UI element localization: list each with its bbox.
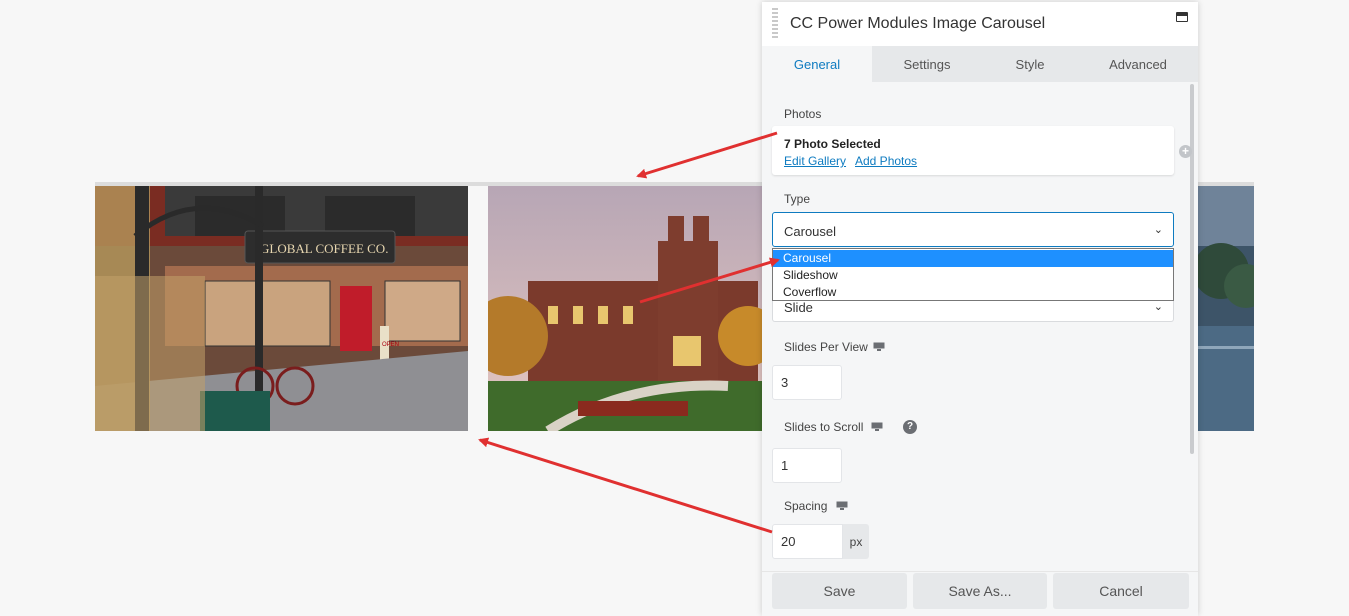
- arrow-spacing: [478, 437, 773, 534]
- arrow-photos: [636, 131, 778, 179]
- annotation-arrows: [478, 131, 780, 534]
- arrow-type: [639, 257, 780, 304]
